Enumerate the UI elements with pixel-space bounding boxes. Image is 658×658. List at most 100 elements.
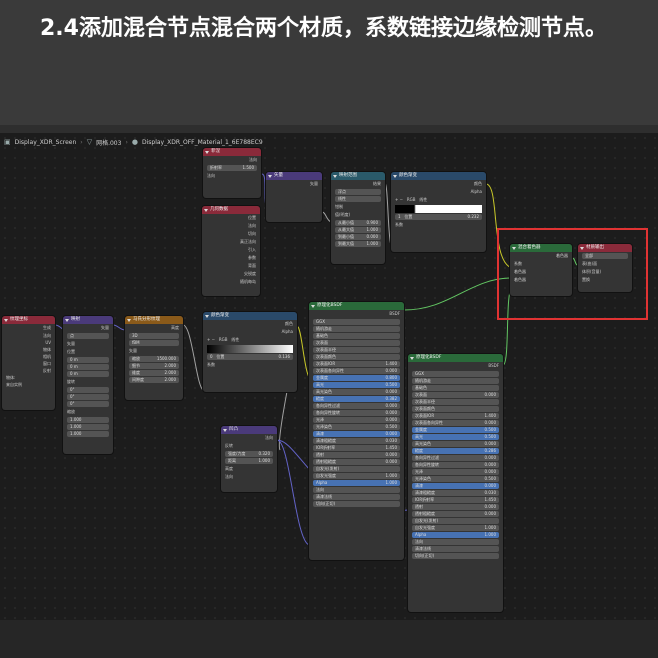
geometry-node[interactable]: 几何数据 位置 法向 切向 真正法向 引入 参数 背面 尖锐度 随机每岛 xyxy=(202,206,260,296)
bsdf-input-row[interactable]: 各向异性过滤 0.000 xyxy=(412,455,499,461)
bsdf-input-row[interactable]: 各向异性旋转 0.000 xyxy=(313,410,400,416)
rotation-z[interactable]: 0° xyxy=(67,401,109,407)
breadcrumb-screen[interactable]: Display_XDR_Screen xyxy=(15,139,77,146)
principled-bsdf-node[interactable]: 原理化BSDF BSDF GGX 随机游走 基础色 次表面 次表面半径 次表面颜色 次表… xyxy=(309,302,404,560)
bsdf-input-row[interactable]: 次表面 0.000 xyxy=(412,392,499,398)
node-header[interactable]: 马氏分形纹理 xyxy=(125,316,183,324)
field-value[interactable]: 0.500 xyxy=(386,382,397,388)
field-value[interactable]: 0.000 xyxy=(485,504,496,510)
bsdf-input-row[interactable]: 法向 xyxy=(313,487,400,493)
stop-index[interactable]: 1 xyxy=(398,214,401,219)
field-value[interactable]: 0.000 xyxy=(386,417,397,423)
color-ramp-node-2[interactable]: 颜色渐变 颜色 Alpha + − RGB 线性 1 位置 0.232 系数 xyxy=(391,172,486,252)
bump-node[interactable]: 凹凸 法向 反转 强度/力度 0.320 距离 1.000 高度 法向 xyxy=(221,426,277,492)
field-value[interactable]: 2.000 xyxy=(165,363,176,369)
musgrave-texture-node[interactable]: 马氏分形纹理 高度 3D fBM 矢量 缩放 1500.000 细节 2.000… xyxy=(125,316,183,400)
field-value[interactable]: 0.500 xyxy=(485,476,496,482)
bsdf-input-row[interactable]: 切向(正切) xyxy=(412,553,499,559)
bsdf-input-row[interactable]: 基础色 xyxy=(412,385,499,391)
bsdf-input-row[interactable]: 光泽染色 0.500 xyxy=(412,476,499,482)
field-value[interactable]: 0.000 xyxy=(386,431,397,437)
field-value[interactable]: 0.000 xyxy=(386,452,397,458)
field-value[interactable]: 0.000 xyxy=(485,462,496,468)
bsdf-input-row[interactable]: 各向异性旋转 0.000 xyxy=(412,462,499,468)
field-value[interactable]: 0.286 xyxy=(485,448,496,454)
bsdf-input-row[interactable]: 次表面各向异性 0.000 xyxy=(412,420,499,426)
clamp-checkbox[interactable]: 钳制 xyxy=(331,203,385,211)
add-stop-button[interactable]: + − xyxy=(395,197,403,202)
interpolation-select[interactable]: 线性 xyxy=(419,197,427,202)
field-value[interactable]: 0.382 xyxy=(386,396,397,402)
field-value[interactable]: 1.000 xyxy=(367,241,378,247)
bsdf-input-row[interactable]: 透射粗糙度 0.000 xyxy=(313,459,400,465)
node-header[interactable]: 纹理坐标 xyxy=(2,316,55,324)
bsdf-input-row[interactable]: 次表面IOR 1.400 xyxy=(313,361,400,367)
node-header[interactable]: 映射范围 xyxy=(331,172,385,180)
scale-x[interactable]: 1.000 xyxy=(67,417,109,423)
field-value[interactable]: 0.030 xyxy=(386,438,397,444)
distribution-select[interactable]: GGX xyxy=(313,319,400,325)
bsdf-input-row[interactable]: 透射粗糙度 0.000 xyxy=(412,511,499,517)
bsdf-input-row[interactable]: 各向异性过滤 0.000 xyxy=(313,403,400,409)
bsdf-input-row[interactable]: 高光染色 0.000 xyxy=(412,441,499,447)
invert-checkbox[interactable]: 反转 xyxy=(221,442,277,450)
subsurface-method-select[interactable]: 随机游走 xyxy=(412,378,499,384)
rotation-y[interactable]: 0° xyxy=(67,394,109,400)
mapping-type-select[interactable]: 点 xyxy=(67,333,109,339)
subsurface-method-select[interactable]: 随机游走 xyxy=(313,326,400,332)
bsdf-input-row[interactable]: 高光 0.500 xyxy=(412,434,499,440)
field-value[interactable]: 0.320 xyxy=(259,451,270,457)
field-value[interactable]: 1.000 xyxy=(386,473,397,479)
field-value[interactable]: 0.030 xyxy=(485,490,496,496)
bsdf-input-row[interactable]: 透射 0.000 xyxy=(313,452,400,458)
node-header[interactable]: 矢量 xyxy=(266,172,322,180)
bsdf-input-row[interactable]: 清漆粗糙度 0.030 xyxy=(412,490,499,496)
interpolation-select[interactable]: 线性 xyxy=(231,337,239,342)
bsdf-input-row[interactable]: Alpha 1.000 xyxy=(313,480,400,486)
bsdf-input-row[interactable]: 清漆粗糙度 0.030 xyxy=(313,438,400,444)
bsdf-input-row[interactable]: 透射 0.000 xyxy=(412,504,499,510)
field-value[interactable]: 0.000 xyxy=(367,234,378,240)
scale-z[interactable]: 1.000 xyxy=(67,431,109,437)
location-z[interactable]: 0 m xyxy=(67,371,109,377)
bsdf-input-row[interactable]: 自发光强度 1.000 xyxy=(313,473,400,479)
bsdf-input-row[interactable]: IOR折射率 1.450 xyxy=(412,497,499,503)
bsdf-input-row[interactable]: IOR折射率 1.450 xyxy=(313,445,400,451)
field-value[interactable]: 0.500 xyxy=(386,424,397,430)
bsdf-input-row[interactable]: 次表面 xyxy=(313,340,400,346)
scale-y[interactable]: 1.000 xyxy=(67,424,109,430)
bsdf-input-row[interactable]: 清漆法线 xyxy=(313,494,400,500)
field-value[interactable]: 0.000 xyxy=(386,368,397,374)
field-value[interactable]: 0.000 xyxy=(485,455,496,461)
bsdf-input-row[interactable]: 次表面半径 xyxy=(412,399,499,405)
bsdf-input-row[interactable]: 光泽 0.000 xyxy=(313,417,400,423)
bsdf-input-row[interactable]: 自发光强度 1.000 xyxy=(412,525,499,531)
add-stop-button[interactable]: + − xyxy=(207,337,215,342)
field-value[interactable]: 0.000 xyxy=(485,511,496,517)
field-value[interactable]: 1.500 xyxy=(243,165,254,171)
bsdf-input-row[interactable]: 清漆法线 xyxy=(412,546,499,552)
bsdf-input-row[interactable]: 金属度 0.800 xyxy=(313,375,400,381)
field-value[interactable]: 0.000 xyxy=(485,483,496,489)
field-value[interactable]: 1.400 xyxy=(485,413,496,419)
node-header[interactable]: 凹凸 xyxy=(221,426,277,434)
vector-math-node[interactable]: 矢量 矢量 xyxy=(266,172,322,222)
field-value[interactable]: 1.450 xyxy=(485,497,496,503)
breadcrumb-material[interactable]: Display_XDR_OFF_Material_1_6E788EC9 xyxy=(142,139,263,146)
type-select[interactable]: fBM xyxy=(129,340,179,346)
distribution-select[interactable]: GGX xyxy=(412,371,499,377)
bsdf-input-row[interactable]: 次表面颜色 xyxy=(412,406,499,412)
bsdf-input-row[interactable]: 金属度 0.500 xyxy=(412,427,499,433)
location-y[interactable]: 0 m xyxy=(67,364,109,370)
bsdf-input-row[interactable]: 自发光(发射) xyxy=(313,466,400,472)
bsdf-input-row[interactable]: 光泽 0.000 xyxy=(412,469,499,475)
field-value[interactable]: 0.000 xyxy=(485,469,496,475)
bsdf-input-row[interactable]: 次表面IOR 1.400 xyxy=(412,413,499,419)
interpolation-select[interactable]: 线性 xyxy=(335,196,381,202)
node-header[interactable]: 颜色渐变 xyxy=(203,312,297,320)
object-field-label[interactable]: 物体: xyxy=(2,374,55,381)
field-value[interactable]: 1.000 xyxy=(485,532,496,538)
field-value[interactable]: 0.000 xyxy=(485,420,496,426)
data-type-select[interactable]: 浮点 xyxy=(335,189,381,195)
map-range-node[interactable]: 映射范围 结果 浮点 线性 钳制 值(明度) 从最小值 0.900 从最大值 1… xyxy=(331,172,385,264)
